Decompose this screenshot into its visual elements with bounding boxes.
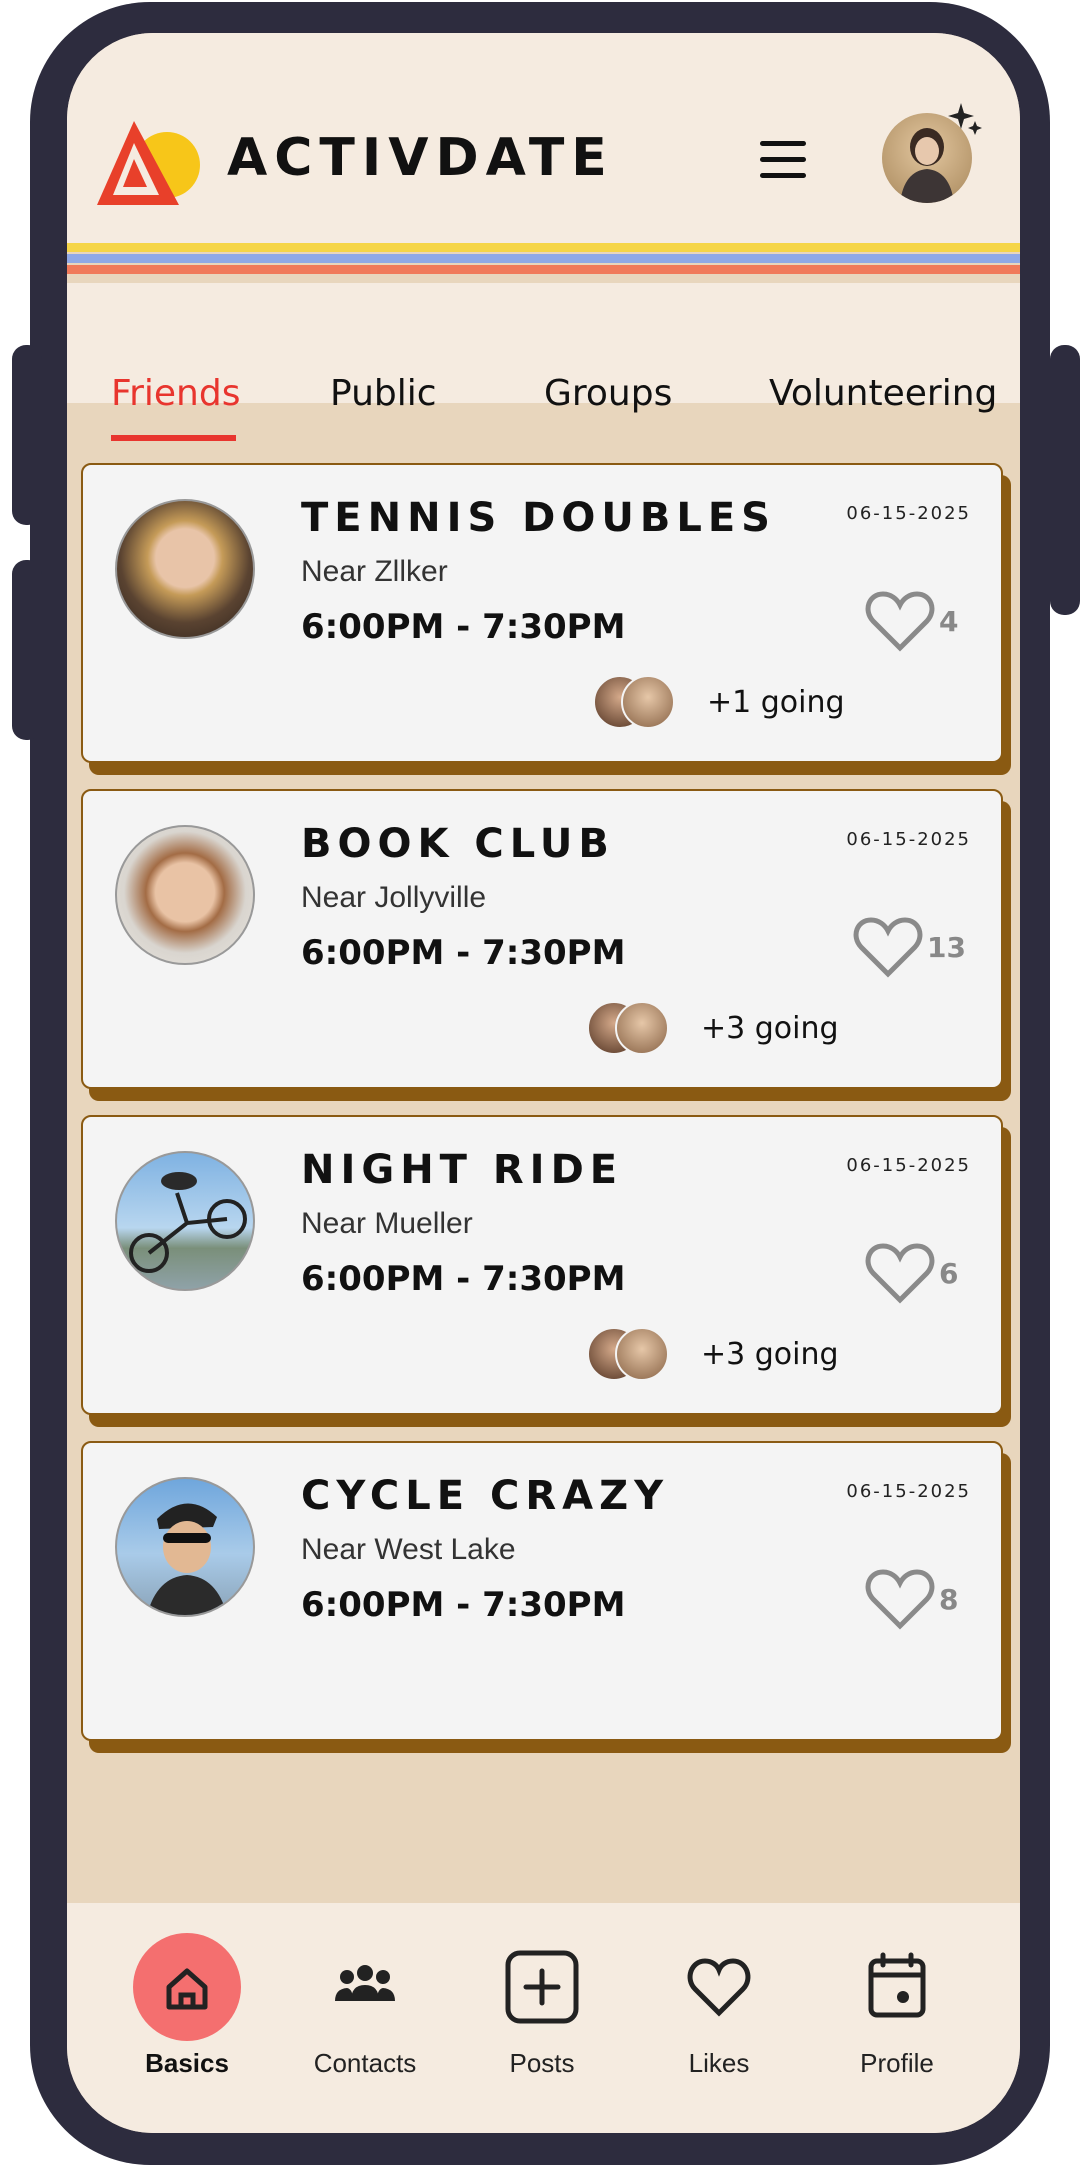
event-time: 6:00PM - 7:30PM — [301, 933, 626, 973]
side-button-left-top — [12, 345, 42, 525]
app-header: ACTIVDATE — [67, 33, 1020, 243]
add-square-icon — [488, 1933, 596, 2041]
tab-volunteering[interactable]: Volunteering — [769, 373, 997, 414]
nav-label: Posts — [509, 2048, 575, 2078]
home-icon — [133, 1933, 241, 2041]
event-date: 06-15-2025 — [846, 503, 971, 524]
like-count: 6 — [939, 1257, 959, 1290]
event-time: 6:00PM - 7:30PM — [301, 1585, 626, 1625]
going-count: +3 going — [701, 1337, 839, 1372]
event-card[interactable]: BOOK CLUB 06-15-2025 Near Jollyville 6:0… — [81, 789, 1003, 1089]
going-count: +1 going — [707, 685, 845, 720]
like-heart-icon[interactable] — [853, 916, 923, 978]
nav-basics[interactable]: Basics — [117, 1933, 257, 2083]
event-title: TENNIS DOUBLES — [301, 495, 776, 541]
like-count: 8 — [939, 1583, 959, 1616]
event-location: Near Jollyville — [301, 881, 487, 914]
event-title: NIGHT RIDE — [301, 1147, 624, 1193]
cyclist-helmet-icon — [147, 1503, 227, 1615]
nav-label: Likes — [688, 2048, 750, 2078]
tab-groups[interactable]: Groups — [544, 373, 672, 414]
going-avatars[interactable]: +1 going — [593, 675, 853, 731]
event-card[interactable]: CYCLE CRAZY 06-15-2025 Near West Lake 6:… — [81, 1441, 1003, 1741]
like-heart-icon[interactable] — [865, 1242, 935, 1304]
sparkle-icon — [948, 103, 982, 135]
people-icon — [311, 1933, 419, 2041]
event-host-photo — [115, 1477, 255, 1617]
header-stripes — [67, 243, 1020, 283]
attendee-avatar — [615, 1327, 669, 1381]
event-location: Near West Lake — [301, 1533, 516, 1566]
nav-contacts[interactable]: Contacts — [295, 1933, 435, 2083]
nav-profile[interactable]: Profile — [827, 1933, 967, 2083]
going-count: +3 going — [701, 1011, 839, 1046]
nav-label: Contacts — [313, 2048, 417, 2078]
active-tab-indicator — [111, 435, 236, 441]
event-location: Near Mueller — [301, 1207, 473, 1240]
like-heart-icon[interactable] — [865, 1568, 935, 1630]
nav-likes[interactable]: Likes — [649, 1933, 789, 2083]
logo-icon — [97, 121, 200, 205]
like-count: 4 — [939, 605, 959, 638]
tab-public[interactable]: Public — [330, 373, 437, 414]
event-time: 6:00PM - 7:30PM — [301, 1259, 626, 1299]
nav-label: Basics — [145, 2048, 229, 2078]
bottom-navigation: Basics Contacts Posts Likes Profile — [67, 1903, 1020, 2133]
brand-name: ACTIVDATE — [227, 128, 614, 188]
event-date: 06-15-2025 — [846, 829, 971, 850]
event-date: 06-15-2025 — [846, 1155, 971, 1176]
event-time: 6:00PM - 7:30PM — [301, 607, 626, 647]
app-screen: ACTIVDATE Friends Public Groups Voluntee… — [67, 33, 1020, 2133]
going-avatars[interactable]: +3 going — [587, 1001, 857, 1057]
tab-friends[interactable]: Friends — [111, 373, 240, 414]
event-card[interactable]: TENNIS DOUBLES 06-15-2025 Near Zllker 6:… — [81, 463, 1003, 763]
event-title: BOOK CLUB — [301, 821, 615, 867]
side-button-right — [1050, 345, 1080, 615]
like-count: 13 — [927, 931, 966, 964]
nav-label: Profile — [860, 2048, 934, 2078]
event-title: CYCLE CRAZY — [301, 1473, 670, 1519]
hamburger-menu-icon[interactable] — [760, 141, 806, 179]
calendar-icon — [843, 1933, 951, 2041]
going-avatars[interactable]: +3 going — [587, 1327, 857, 1383]
event-date: 06-15-2025 — [846, 1481, 971, 1502]
event-location: Near Zllker — [301, 555, 448, 588]
event-host-photo — [115, 825, 255, 965]
bmx-rider-icon — [129, 1172, 247, 1273]
nav-posts[interactable]: Posts — [472, 1933, 612, 2083]
attendee-avatar — [615, 1001, 669, 1055]
event-host-photo — [115, 1151, 255, 1291]
event-card[interactable]: NIGHT RIDE 06-15-2025 Near Mueller 6:00P… — [81, 1115, 1003, 1415]
tab-bar: Friends Public Groups Volunteering — [67, 283, 1020, 441]
event-host-photo — [115, 499, 255, 639]
like-heart-icon[interactable] — [865, 590, 935, 652]
side-button-left-bottom — [12, 560, 42, 740]
attendee-avatar — [621, 675, 675, 729]
heart-icon — [665, 1933, 773, 2041]
